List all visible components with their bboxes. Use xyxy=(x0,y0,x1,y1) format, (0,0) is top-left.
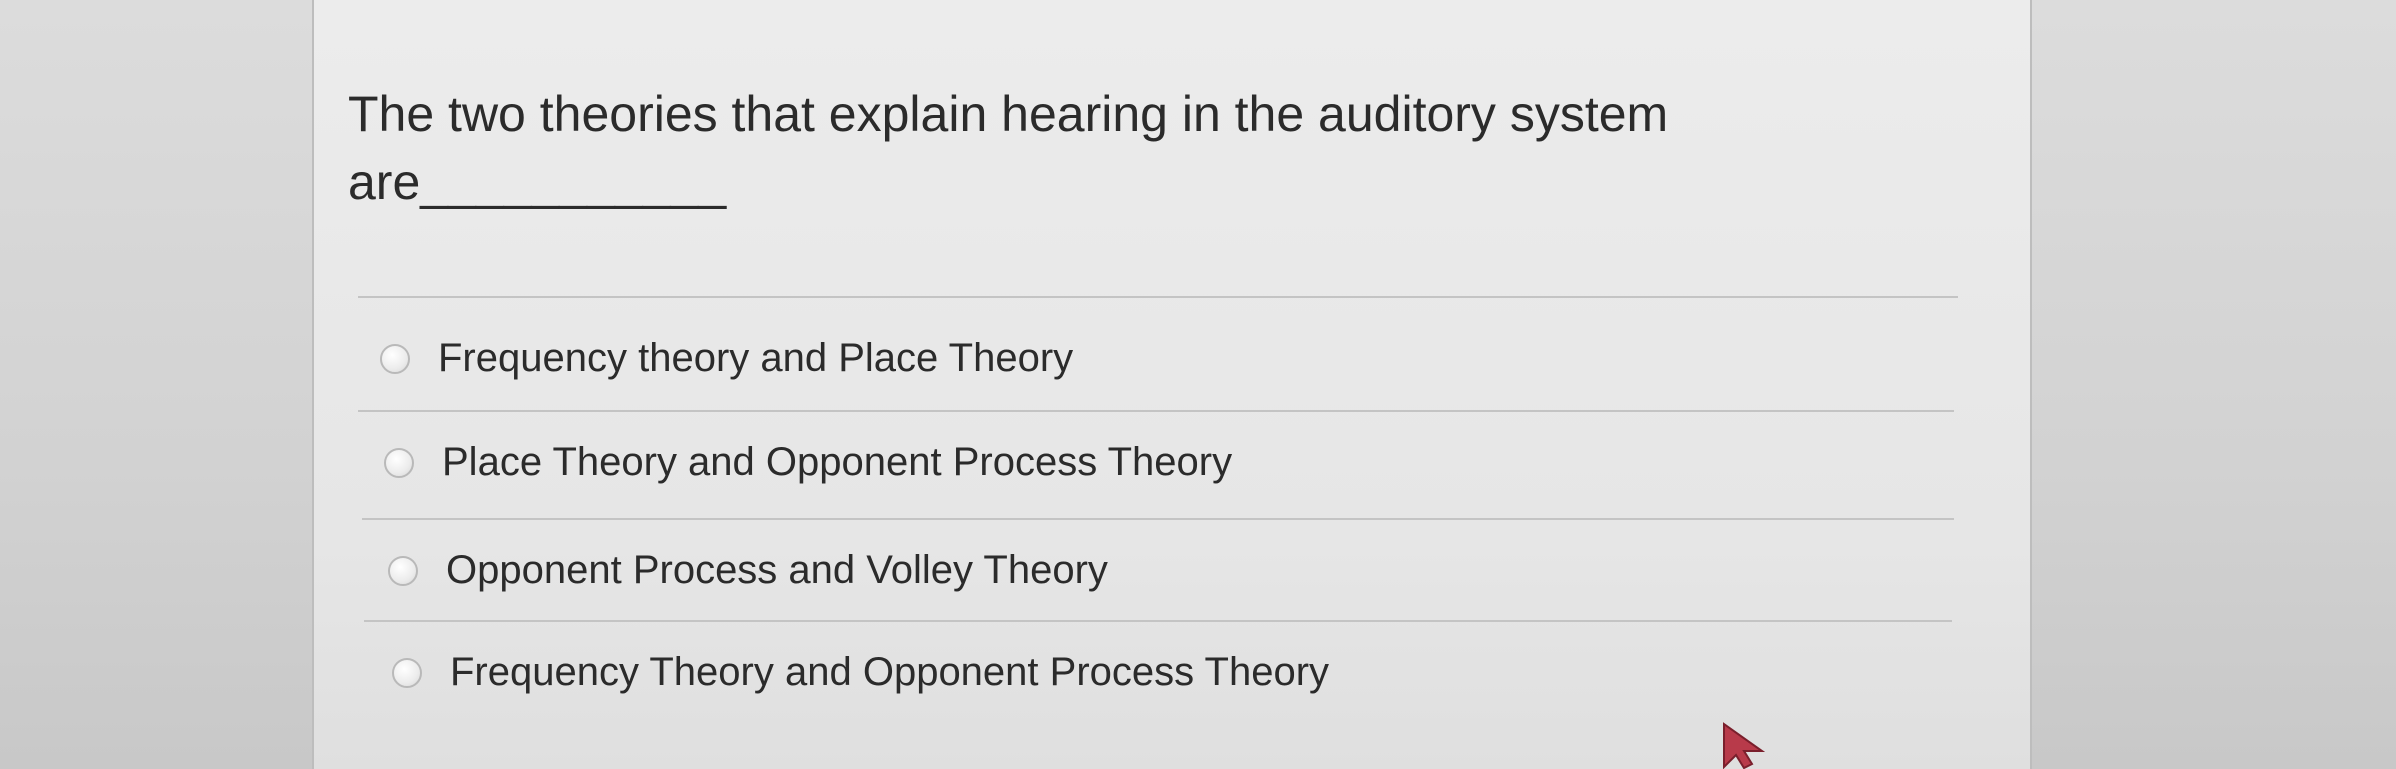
question-text: The two theories that explain hearing in… xyxy=(348,86,1669,210)
answer-option-1[interactable]: Frequency theory and Place Theory xyxy=(380,336,1073,381)
question-divider xyxy=(358,296,1958,298)
mouse-cursor-icon xyxy=(1723,722,1766,769)
quiz-question-panel: The two theories that explain hearing in… xyxy=(312,0,2032,769)
radio-button-icon[interactable] xyxy=(392,657,422,688)
answer-divider xyxy=(364,620,1952,622)
radio-button-icon[interactable] xyxy=(380,343,410,374)
answer-option-3[interactable]: Opponent Process and Volley Theory xyxy=(388,548,1108,593)
answer-label: Place Theory and Opponent Process Theory xyxy=(442,440,1233,484)
answer-label: Opponent Process and Volley Theory xyxy=(446,548,1108,592)
answer-divider xyxy=(362,518,1954,520)
answer-option-4[interactable]: Frequency Theory and Opponent Process Th… xyxy=(392,650,1329,695)
answer-divider xyxy=(358,410,1954,412)
answer-option-2[interactable]: Place Theory and Opponent Process Theory xyxy=(384,440,1232,485)
answer-label: Frequency theory and Place Theory xyxy=(438,336,1074,380)
answer-label: Frequency Theory and Opponent Process Th… xyxy=(450,650,1330,694)
radio-button-icon[interactable] xyxy=(384,447,414,478)
radio-button-icon[interactable] xyxy=(388,555,418,586)
